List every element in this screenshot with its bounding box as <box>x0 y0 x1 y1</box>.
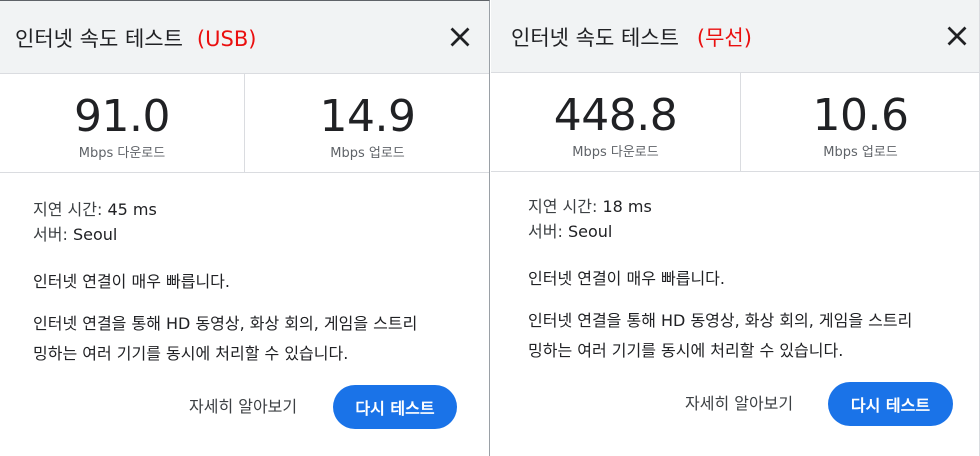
server-row: 서버: Seoul <box>33 222 117 247</box>
description-line: 인터넷 연결을 통해 HD 동영상, 화상 회의, 게임을 스트리 <box>33 314 418 333</box>
close-icon <box>947 26 967 46</box>
download-label: Mbps 다운로드 <box>572 145 659 160</box>
download-stat: 448.8 Mbps 다운로드 <box>491 73 740 171</box>
latency-value: 45 ms <box>107 200 157 219</box>
download-value: 91.0 <box>74 91 170 142</box>
speed-test-panel-wireless: 인터넷 속도 테스트 (무선) 448.8 Mbps 다운로드 10.6 Mbps… <box>491 0 980 456</box>
server-label: 서버: <box>33 225 68 244</box>
connection-tag: (무선) <box>696 26 752 50</box>
speed-test-panel-usb: 인터넷 속도 테스트 (USB) 91.0 Mbps 다운로드 14.9 Mbps… <box>0 0 490 456</box>
upload-label: Mbps 업로드 <box>330 146 405 161</box>
connection-tag: (USB) <box>196 27 257 51</box>
server-value: Seoul <box>72 225 118 244</box>
upload-value: 10.6 <box>812 90 909 141</box>
title-text: 인터넷 속도 테스트 <box>511 26 679 50</box>
speed-message: 인터넷 연결이 매우 빠릅니다. <box>33 272 230 291</box>
upload-value: 14.9 <box>319 91 416 142</box>
download-label: Mbps 다운로드 <box>78 146 166 161</box>
speed-description: 인터넷 연결을 통해 HD 동영상, 화상 회의, 게임을 스트리 밍하는 여러… <box>33 309 417 369</box>
download-value: 448.8 <box>553 90 678 141</box>
panel-title: 인터넷 속도 테스트 (무선) <box>511 22 752 52</box>
upload-stat: 10.6 Mbps 업로드 <box>741 73 979 171</box>
latency-value: 18 ms <box>602 197 652 216</box>
server-value: Seoul <box>567 222 613 241</box>
panel-header: 인터넷 속도 테스트 (USB) <box>0 1 489 74</box>
speed-message: 인터넷 연결이 매우 빠릅니다. <box>528 269 725 288</box>
close-button[interactable] <box>942 21 972 51</box>
title-text: 인터넷 속도 테스트 <box>15 27 183 51</box>
retest-button[interactable]: 다시 테스트 <box>828 382 953 426</box>
retest-button[interactable]: 다시 테스트 <box>333 385 457 429</box>
latency-row: 지연 시간: 45 ms <box>33 197 157 222</box>
speed-stats: 91.0 Mbps 다운로드 14.9 Mbps 업로드 <box>0 74 489 173</box>
learn-more-link[interactable]: 자세히 알아보기 <box>189 385 297 429</box>
speed-description: 인터넷 연결을 통해 HD 동영상, 화상 회의, 게임을 스트리 밍하는 여러… <box>528 306 912 366</box>
latency-label: 지연 시간: <box>33 200 103 219</box>
close-icon <box>450 27 470 47</box>
description-line: 인터넷 연결을 통해 HD 동영상, 화상 회의, 게임을 스트리 <box>528 311 913 330</box>
learn-more-link[interactable]: 자세히 알아보기 <box>685 382 793 426</box>
latency-label: 지연 시간: <box>528 197 598 216</box>
panel-title: 인터넷 속도 테스트 (USB) <box>15 23 256 53</box>
panel-header: 인터넷 속도 테스트 (무선) <box>491 0 979 73</box>
description-line: 밍하는 여러 기기를 동시에 처리할 수 있습니다. <box>528 341 844 360</box>
close-button[interactable] <box>445 22 475 52</box>
upload-label: Mbps 업로드 <box>823 145 898 160</box>
server-row: 서버: Seoul <box>528 219 612 244</box>
upload-stat: 14.9 Mbps 업로드 <box>245 74 489 172</box>
download-stat: 91.0 Mbps 다운로드 <box>0 74 244 172</box>
description-line: 밍하는 여러 기기를 동시에 처리할 수 있습니다. <box>33 344 349 363</box>
latency-row: 지연 시간: 18 ms <box>528 194 652 219</box>
speed-stats: 448.8 Mbps 다운로드 10.6 Mbps 업로드 <box>491 73 979 172</box>
server-label: 서버: <box>528 222 563 241</box>
